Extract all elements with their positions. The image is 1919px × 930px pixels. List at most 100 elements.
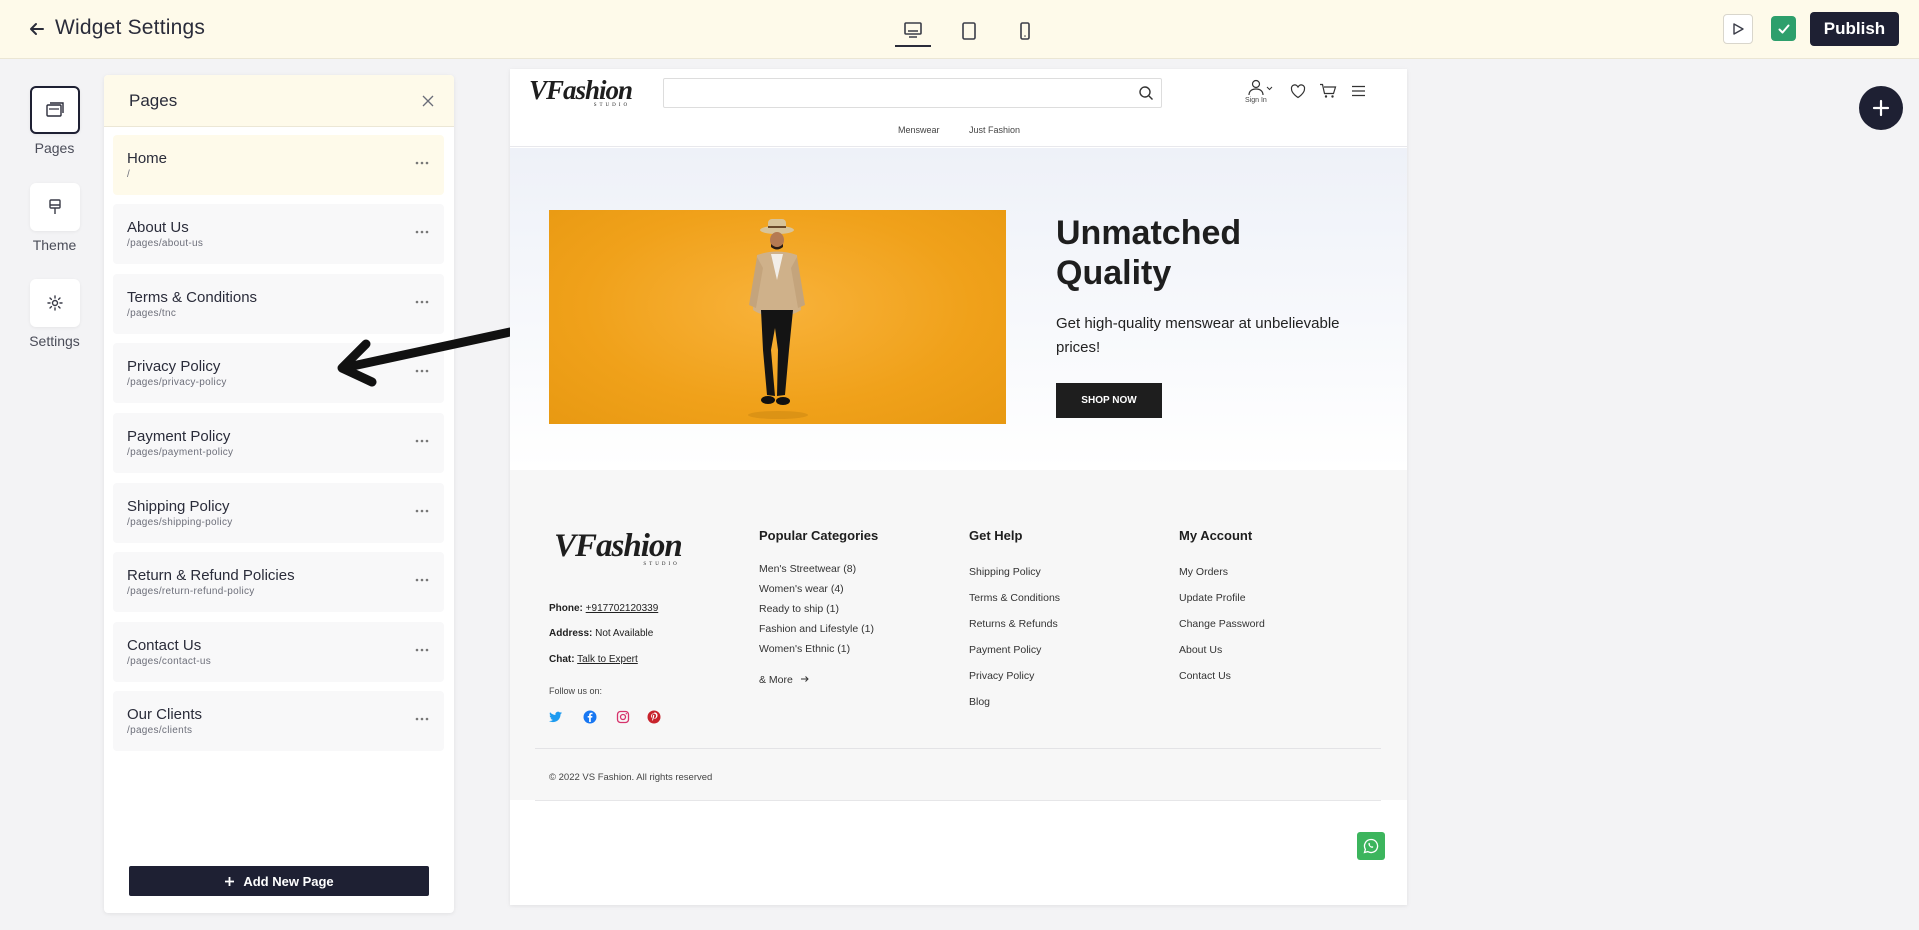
page-item-name: Return & Refund Policies bbox=[127, 567, 295, 584]
category-link[interactable]: Women's wear (4) bbox=[759, 583, 844, 595]
tablet-icon bbox=[962, 22, 976, 40]
help-link[interactable]: Terms & Conditions bbox=[969, 592, 1060, 604]
preview-button[interactable] bbox=[1723, 14, 1753, 44]
page-item-menu-button[interactable] bbox=[412, 433, 432, 449]
rail-theme[interactable]: Theme bbox=[22, 183, 87, 253]
whatsapp-button[interactable] bbox=[1357, 832, 1385, 860]
page-item-home[interactable]: Home / bbox=[113, 135, 444, 195]
hero-image bbox=[549, 210, 1006, 424]
shop-now-button[interactable]: SHOP NOW bbox=[1056, 383, 1162, 418]
help-link[interactable]: Shipping Policy bbox=[969, 566, 1041, 578]
page-item-menu-button[interactable] bbox=[412, 711, 432, 727]
pinterest-icon[interactable] bbox=[647, 710, 661, 724]
rail-settings-box bbox=[29, 279, 80, 327]
hero-section[interactable]: Unmatched Quality Get high-quality mensw… bbox=[510, 148, 1407, 470]
category-link[interactable]: Men's Streetwear (8) bbox=[759, 563, 856, 575]
page-item-name: Shipping Policy bbox=[127, 498, 230, 515]
more-horizontal-icon bbox=[415, 648, 429, 652]
more-horizontal-icon bbox=[415, 161, 429, 165]
add-new-page-button[interactable]: Add New Page bbox=[129, 866, 429, 896]
hamburger-menu-icon[interactable] bbox=[1351, 85, 1366, 97]
page-item-return-refund[interactable]: Return & Refund Policies /pages/return-r… bbox=[113, 552, 444, 612]
sign-in-label[interactable]: Sign In bbox=[1245, 97, 1267, 104]
twitter-icon[interactable] bbox=[549, 710, 563, 724]
site-preview-canvas[interactable]: VFashion STUDIO Sign In Menswear Just Fa… bbox=[510, 69, 1407, 905]
help-link[interactable]: Privacy Policy bbox=[969, 670, 1034, 682]
site-header[interactable]: VFashion STUDIO Sign In Menswear Just Fa… bbox=[510, 69, 1407, 147]
desktop-view-button[interactable] bbox=[895, 15, 931, 47]
page-item-payment-policy[interactable]: Payment Policy /pages/payment-policy bbox=[113, 413, 444, 473]
footer-phone-link[interactable]: +917702120339 bbox=[586, 603, 659, 614]
site-footer[interactable]: VFashion STUDIO Phone: +917702120339 Add… bbox=[510, 470, 1407, 800]
facebook-icon[interactable] bbox=[583, 710, 597, 724]
page-item-menu-button[interactable] bbox=[412, 155, 432, 171]
site-search-input[interactable] bbox=[663, 78, 1162, 108]
more-categories-label: & More bbox=[759, 674, 793, 686]
hero-subtitle: Get high-quality menswear at unbelievabl… bbox=[1056, 315, 1340, 356]
desktop-icon bbox=[904, 22, 922, 38]
user-icon[interactable] bbox=[1245, 79, 1275, 97]
account-link[interactable]: Contact Us bbox=[1179, 670, 1231, 682]
page-item-path: /pages/clients bbox=[127, 725, 193, 736]
more-horizontal-icon bbox=[415, 717, 429, 721]
more-categories-link[interactable]: & More bbox=[759, 674, 810, 686]
more-horizontal-icon bbox=[415, 300, 429, 304]
category-link[interactable]: Fashion and Lifestyle (1) bbox=[759, 623, 874, 635]
check-icon bbox=[1778, 24, 1789, 33]
publish-button[interactable]: Publish bbox=[1810, 12, 1899, 46]
footer-logo-text: VFashion bbox=[554, 528, 683, 564]
pages-panel-title: Pages bbox=[129, 91, 178, 110]
page-title: Widget Settings bbox=[55, 16, 206, 39]
top-bar: Widget Settings Publish bbox=[0, 0, 1919, 59]
site-logo[interactable]: VFashion STUDIO bbox=[529, 75, 633, 108]
back-button[interactable] bbox=[26, 18, 48, 40]
arrow-left-icon bbox=[30, 23, 44, 35]
nav-link-menswear[interactable]: Menswear bbox=[898, 125, 940, 135]
page-item-menu-button[interactable] bbox=[412, 503, 432, 519]
footer-phone-label: Phone: bbox=[549, 603, 583, 614]
account-link[interactable]: Update Profile bbox=[1179, 592, 1246, 604]
account-link[interactable]: About Us bbox=[1179, 644, 1222, 656]
page-item-about-us[interactable]: About Us /pages/about-us bbox=[113, 204, 444, 264]
rail-theme-label: Theme bbox=[32, 237, 77, 253]
gear-icon bbox=[46, 295, 63, 311]
search-icon bbox=[1139, 86, 1153, 100]
heart-icon[interactable] bbox=[1290, 84, 1306, 99]
page-item-menu-button[interactable] bbox=[412, 294, 432, 310]
help-link[interactable]: Payment Policy bbox=[969, 644, 1041, 656]
save-button[interactable] bbox=[1771, 16, 1796, 41]
category-link[interactable]: Ready to ship (1) bbox=[759, 603, 839, 615]
nav-link-just-fashion[interactable]: Just Fashion bbox=[969, 125, 1020, 135]
page-item-path: /pages/about-us bbox=[127, 238, 204, 249]
footer-logo[interactable]: VFashion STUDIO bbox=[554, 528, 683, 567]
rail-pages[interactable]: Pages bbox=[22, 86, 87, 156]
close-panel-button[interactable] bbox=[418, 91, 438, 111]
hero-title: Unmatched Quality bbox=[1056, 214, 1242, 292]
mobile-view-button[interactable] bbox=[1007, 15, 1043, 47]
instagram-icon[interactable] bbox=[616, 710, 630, 724]
rail-settings[interactable]: Settings bbox=[22, 279, 87, 349]
tablet-view-button[interactable] bbox=[951, 15, 987, 47]
page-item-menu-button[interactable] bbox=[412, 224, 432, 240]
category-link[interactable]: Women's Ethnic (1) bbox=[759, 643, 850, 655]
page-item-contact-us[interactable]: Contact Us /pages/contact-us bbox=[113, 622, 444, 682]
cart-icon[interactable] bbox=[1319, 83, 1337, 99]
page-item-menu-button[interactable] bbox=[412, 572, 432, 588]
help-link[interactable]: Returns & Refunds bbox=[969, 618, 1058, 630]
page-item-name: Contact Us bbox=[127, 637, 202, 654]
plus-icon bbox=[225, 876, 235, 886]
rail-pages-label: Pages bbox=[34, 140, 75, 156]
close-icon bbox=[422, 95, 434, 107]
help-link[interactable]: Blog bbox=[969, 696, 990, 708]
account-link[interactable]: Change Password bbox=[1179, 618, 1265, 630]
add-widget-button[interactable] bbox=[1859, 86, 1903, 130]
page-item-shipping-policy[interactable]: Shipping Policy /pages/shipping-policy bbox=[113, 483, 444, 543]
more-horizontal-icon bbox=[415, 439, 429, 443]
page-item-menu-button[interactable] bbox=[412, 642, 432, 658]
footer-chat-link[interactable]: Talk to Expert bbox=[577, 654, 638, 665]
account-link[interactable]: My Orders bbox=[1179, 566, 1228, 578]
my-account-title: My Account bbox=[1179, 528, 1253, 543]
page-item-path: /pages/contact-us bbox=[127, 656, 212, 667]
page-item-name: Terms & Conditions bbox=[127, 289, 258, 306]
page-item-our-clients[interactable]: Our Clients /pages/clients bbox=[113, 691, 444, 751]
